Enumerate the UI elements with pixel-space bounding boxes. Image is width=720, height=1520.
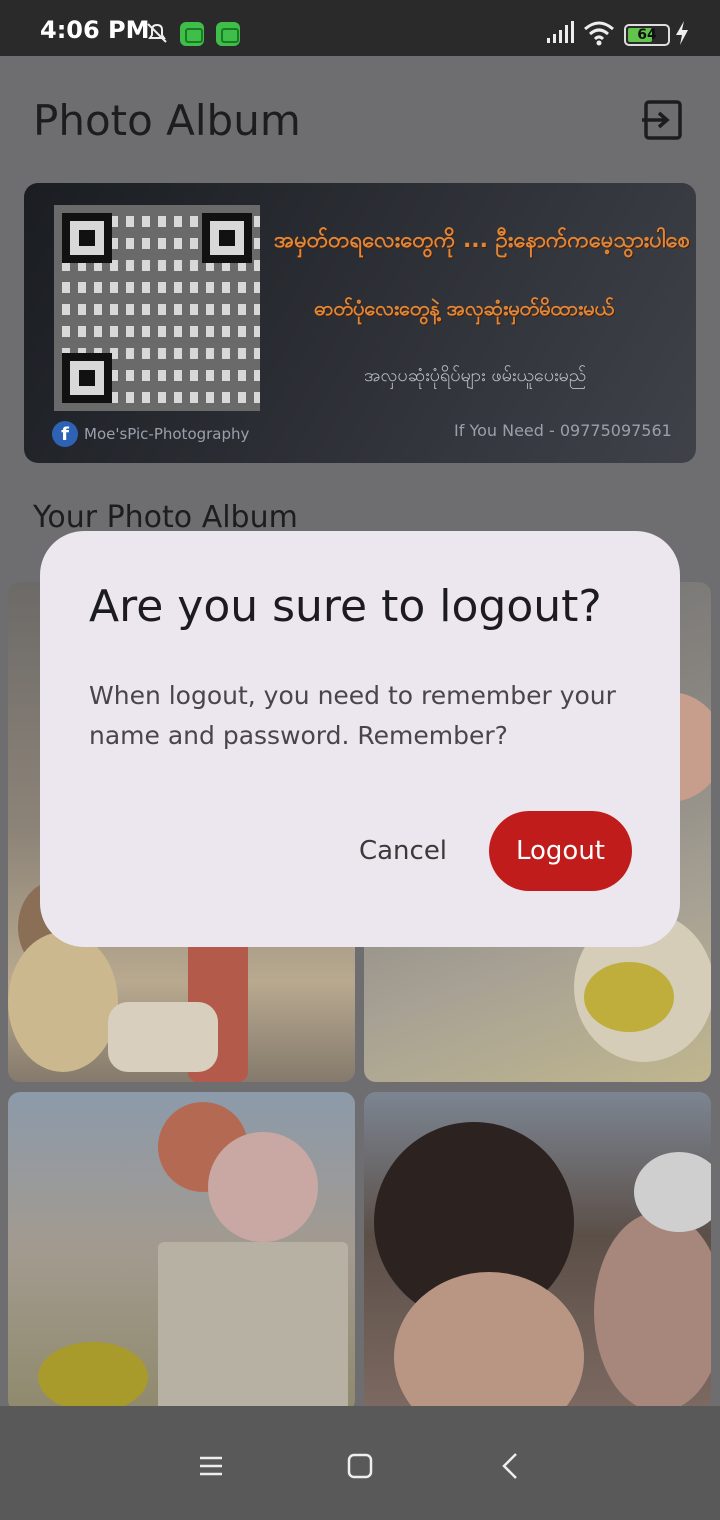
signal-icon (547, 21, 574, 43)
status-bar: 4:06 PM 64 (0, 0, 720, 56)
mute-icon (147, 23, 167, 43)
facebook-page-name: Moe'sPic-Photography (84, 425, 250, 443)
recents-icon[interactable] (190, 1446, 230, 1486)
banner-tagline: အလှပဆုံးပုံရိပ်များ ဖမ်းယူပေးမည် (364, 365, 587, 386)
charging-bolt-icon (676, 21, 688, 45)
app-badge-icon (180, 22, 204, 46)
section-title: Your Photo Album (33, 500, 298, 535)
qr-banner: အမှတ်တရလေးတွေကို ... ဦးနောက်ကမေ့သွားပါစေ… (24, 183, 696, 463)
qr-code (54, 205, 260, 411)
exit-icon[interactable] (640, 98, 686, 144)
battery-level: 64 (637, 27, 657, 43)
status-time: 4:06 PM (40, 16, 150, 44)
app-badge-icon (216, 22, 240, 46)
logout-dialog: Are you sure to logout? When logout, you… (40, 531, 680, 947)
qr-finder (62, 213, 112, 263)
contact-number: If You Need - 09775097561 (454, 421, 672, 440)
page-title: Photo Album (33, 96, 301, 145)
cancel-button[interactable]: Cancel (340, 811, 466, 891)
home-icon[interactable] (340, 1446, 380, 1486)
facebook-icon: f (52, 421, 78, 447)
photo-thumbnail[interactable] (364, 1092, 711, 1412)
banner-subheadline: ဓာတ်ပုံလေးတွေနဲ့ အလှဆုံးမှတ်မိထားမယ် (314, 296, 615, 320)
back-icon[interactable] (490, 1446, 530, 1486)
dialog-message: When logout, you need to remember your n… (89, 681, 616, 750)
wifi-icon (584, 21, 614, 46)
photo-thumbnail[interactable] (8, 1092, 355, 1412)
qr-finder (202, 213, 252, 263)
logout-button[interactable]: Logout (489, 811, 632, 891)
dialog-title: Are you sure to logout? (89, 581, 602, 632)
qr-finder (62, 353, 112, 403)
banner-headline: အမှတ်တရလေးတွေကို ... ဦးနောက်ကမေ့သွားပါစေ (274, 228, 690, 253)
battery-icon: 64 (624, 24, 670, 46)
navigation-bar (0, 1406, 720, 1520)
